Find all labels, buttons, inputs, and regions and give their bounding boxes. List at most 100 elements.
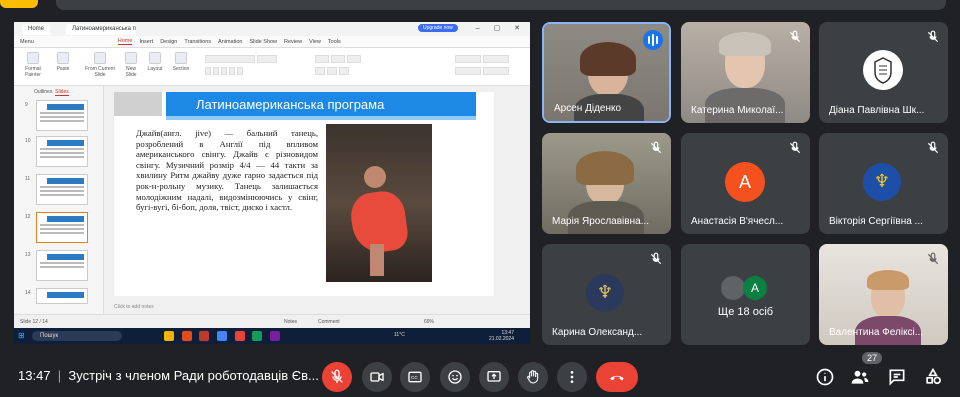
mic-off-icon (927, 141, 939, 154)
participant-tile[interactable]: Арсен Діденко (542, 22, 671, 123)
slide-title[interactable]: Латиноамериканська програма (166, 92, 476, 120)
participant-tile[interactable]: Валентина Феліксі... (819, 244, 948, 345)
layout-icon (149, 52, 161, 64)
from-current-slide-button[interactable]: From Current Slide (84, 52, 116, 78)
menu-bar: Menu Home Insert Design Transitions Anim… (14, 36, 530, 48)
mic-off-icon (650, 252, 662, 265)
svg-text:CC: CC (411, 375, 418, 380)
slide-thumb[interactable]: 13 (25, 250, 88, 281)
slide-thumb[interactable]: 14 (25, 288, 88, 304)
captions-button[interactable]: CC (400, 362, 430, 392)
menu-item[interactable]: View (309, 39, 321, 45)
tab-presentation[interactable]: Латиноамериканська програма (66, 24, 136, 35)
taskbar-search[interactable]: Пошук (32, 331, 122, 341)
camera-toggle-button[interactable] (362, 362, 392, 392)
slide-thumb-selected[interactable]: 12 (25, 212, 88, 243)
tab-slides[interactable]: Slides (55, 89, 69, 96)
info-icon[interactable] (815, 367, 835, 387)
mic-off-icon (789, 30, 801, 43)
mic-off-icon (650, 141, 662, 154)
menu-item[interactable]: Design (160, 39, 177, 45)
slide-counter: Slide 12 / 14 (20, 319, 48, 325)
present-button[interactable] (479, 362, 509, 392)
end-call-button[interactable] (596, 362, 638, 392)
mic-off-icon (331, 369, 343, 383)
ribbon-label: Layout (147, 66, 163, 72)
emoji-button[interactable] (440, 362, 470, 392)
app-icon[interactable] (217, 331, 228, 341)
speaking-indicator-icon (643, 30, 663, 50)
menu-item[interactable]: Insert (139, 39, 153, 45)
activities-icon[interactable] (923, 367, 943, 387)
menu-item[interactable]: Slide Show (250, 39, 278, 45)
participant-tile[interactable]: Катерина Миколаї... (681, 22, 810, 123)
ribbon-label: From Current Slide (85, 66, 115, 78)
camera-icon (370, 372, 384, 382)
menu-item[interactable]: Home (117, 38, 133, 45)
tab-home[interactable]: Home (22, 24, 51, 35)
app-icon[interactable] (234, 331, 245, 341)
menu-item[interactable]: Review (284, 39, 302, 45)
app-icon[interactable] (181, 331, 192, 341)
thumb-number: 9 (25, 102, 28, 108)
menu-item[interactable]: Transitions (184, 39, 211, 45)
drawing-controls[interactable] (454, 54, 524, 78)
trident-avatar-icon: ♆ (863, 163, 901, 201)
zoom-level[interactable]: 69% (424, 319, 434, 325)
font-controls[interactable] (204, 54, 324, 78)
raise-hand-button[interactable] (518, 362, 548, 392)
new-slide-button[interactable]: New Slide (120, 52, 142, 78)
app-icon[interactable] (252, 331, 263, 341)
format-painter-button[interactable]: Format Painter (22, 52, 44, 78)
notes-placeholder[interactable]: Click to add notes (114, 304, 154, 310)
captions-icon: CC (408, 371, 422, 383)
window-controls[interactable]: – ▢ ✕ (476, 24, 526, 32)
menu-item[interactable]: Tools (328, 39, 341, 45)
participant-name: Валентина Феліксі... (829, 327, 924, 338)
meeting-time: 13:47 (18, 368, 51, 383)
upgrade-button[interactable]: Upgrade now (418, 24, 458, 32)
ribbon: Format Painter Paste From Current Slide … (14, 48, 530, 86)
menu-item[interactable]: Animation (218, 39, 242, 45)
notes-toggle[interactable]: Notes (284, 319, 297, 325)
app-icon[interactable] (270, 331, 281, 341)
avatar (721, 276, 745, 300)
participant-tile[interactable]: А Анастасія В'ячесл... (681, 133, 810, 234)
menu-item[interactable]: Menu (20, 39, 34, 45)
status-indicator (0, 0, 38, 8)
participant-tile[interactable]: ♆ Карина Олександ... (542, 244, 671, 345)
participant-tile[interactable]: ♆ Вікторія Сергіївна ... (819, 133, 948, 234)
paragraph-controls[interactable] (314, 54, 394, 78)
participant-tile[interactable]: Марія Ярославівна... (542, 133, 671, 234)
slide-thumb[interactable]: 9 (25, 100, 88, 131)
mic-off-icon (927, 252, 939, 265)
paste-button[interactable]: Paste (52, 52, 74, 72)
mic-toggle-button[interactable] (322, 362, 352, 392)
section-button[interactable]: Section (166, 52, 196, 72)
participant-name: Анастасія В'ячесл... (691, 216, 784, 227)
more-participants-tile[interactable]: A Ще 18 осіб (681, 244, 810, 345)
dancer-photo[interactable] (326, 124, 432, 282)
tab-outlines[interactable]: Outlines (34, 89, 52, 95)
comment-toggle[interactable]: Comment (318, 319, 340, 325)
more-options-button[interactable] (557, 362, 587, 392)
app-icon[interactable] (164, 331, 174, 341)
slide-canvas[interactable]: Латиноамериканська програма Джайв(англ. … (114, 92, 494, 296)
trident-avatar-icon: ♆ (586, 274, 624, 312)
present-icon (487, 371, 501, 382)
participant-tile[interactable]: Діана Павлівна Шк... (819, 22, 948, 123)
slide-thumb[interactable]: 10 (25, 136, 88, 167)
slide-thumb[interactable]: 11 (25, 174, 88, 205)
dancer-legs (370, 244, 384, 276)
chat-icon[interactable] (887, 367, 907, 387)
ribbon-label: Format Painter (25, 66, 41, 78)
slide-thumbnails: Outlines Slides 9 10 11 12 13 14 (14, 86, 104, 328)
participants-count-badge: 27 (862, 352, 883, 364)
slide-body-text[interactable]: Джайв(англ. jive) — бальний танець, розр… (136, 128, 318, 213)
windows-start-icon[interactable]: ⊞ (18, 331, 25, 340)
people-icon[interactable] (850, 367, 870, 387)
app-statusbar: Slide 12 / 14 Notes Comment 69% (14, 314, 530, 328)
layout-button[interactable]: Layout (144, 52, 166, 72)
app-icon[interactable] (199, 331, 210, 341)
shared-screen: Home Латиноамериканська програма Upgrade… (14, 22, 530, 344)
